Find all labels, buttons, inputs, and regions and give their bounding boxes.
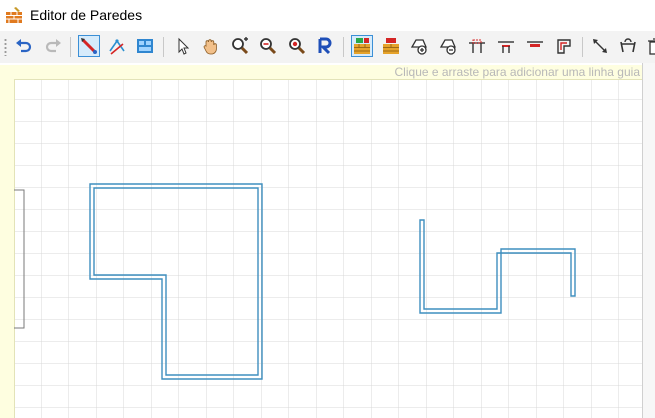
wall-type-2-button[interactable]: [380, 35, 402, 57]
zoom-in-icon: [232, 37, 249, 55]
rotate-r-button[interactable]: [314, 35, 336, 57]
wall-type-2-icon: [383, 38, 399, 54]
join-walls-icon: [620, 38, 636, 53]
window-button[interactable]: [495, 35, 517, 57]
zoom-out-icon: [260, 38, 277, 55]
zoom-fit-button[interactable]: [286, 35, 308, 57]
drawing-canvas[interactable]: Clique e arraste para adicionar uma linh…: [0, 63, 655, 418]
title-bar: Editor de Paredes: [0, 0, 655, 31]
door-button[interactable]: [466, 35, 488, 57]
rotate-r-icon: [318, 37, 332, 55]
import-image-button[interactable]: [134, 35, 156, 57]
wall-type-1-icon: [354, 38, 370, 54]
wall-polyline-2[interactable]: [419, 219, 576, 314]
wall-type-1-button[interactable]: [351, 35, 373, 57]
pan-hand-icon: [203, 39, 217, 55]
room-icon: [557, 39, 571, 54]
remove-point-button[interactable]: [437, 35, 459, 57]
add-point-button[interactable]: [408, 35, 430, 57]
opening-icon: [527, 41, 543, 47]
remove-point-icon: [439, 39, 456, 55]
right-edge-panel: [642, 63, 655, 418]
undo-icon: [16, 39, 32, 53]
dimension-icon: [593, 39, 607, 53]
zoom-in-button[interactable]: [229, 35, 251, 57]
walls-layer: [14, 183, 576, 380]
undo-button[interactable]: [13, 35, 35, 57]
door-icon: [469, 39, 485, 53]
window-icon: [498, 41, 514, 53]
select-pointer-icon: [178, 37, 190, 55]
draw-wall-icon: [81, 38, 97, 54]
opening-button[interactable]: [524, 35, 546, 57]
delete-icon: [648, 38, 655, 55]
toolbar-separator: [343, 37, 344, 57]
select-pointer-button[interactable]: [172, 35, 194, 57]
dimension-button[interactable]: [589, 35, 611, 57]
edit-points-button[interactable]: [106, 35, 128, 57]
import-image-icon: [137, 39, 153, 53]
redo-button[interactable]: [42, 35, 64, 57]
toolbar-separator: [163, 37, 164, 57]
delete-button[interactable]: [644, 35, 655, 57]
toolbar-separator: [582, 37, 583, 57]
zoom-out-button[interactable]: [257, 35, 279, 57]
draw-wall-button[interactable]: [78, 35, 100, 57]
pan-hand-button[interactable]: [200, 35, 222, 57]
window-title: Editor de Paredes: [30, 7, 143, 23]
wall-polygon-1[interactable]: [89, 183, 263, 380]
room-button[interactable]: [553, 35, 575, 57]
guide-line[interactable]: [14, 189, 25, 329]
toolbar-grip[interactable]: [4, 38, 7, 56]
add-point-icon: [410, 39, 427, 55]
redo-icon: [45, 39, 61, 53]
toolbar: [0, 31, 655, 63]
toolbar-separator: [70, 37, 71, 57]
edit-points-icon: [109, 39, 125, 55]
brick-wall-icon: [6, 7, 22, 23]
join-walls-button[interactable]: [617, 35, 639, 57]
zoom-fit-icon: [289, 38, 306, 55]
